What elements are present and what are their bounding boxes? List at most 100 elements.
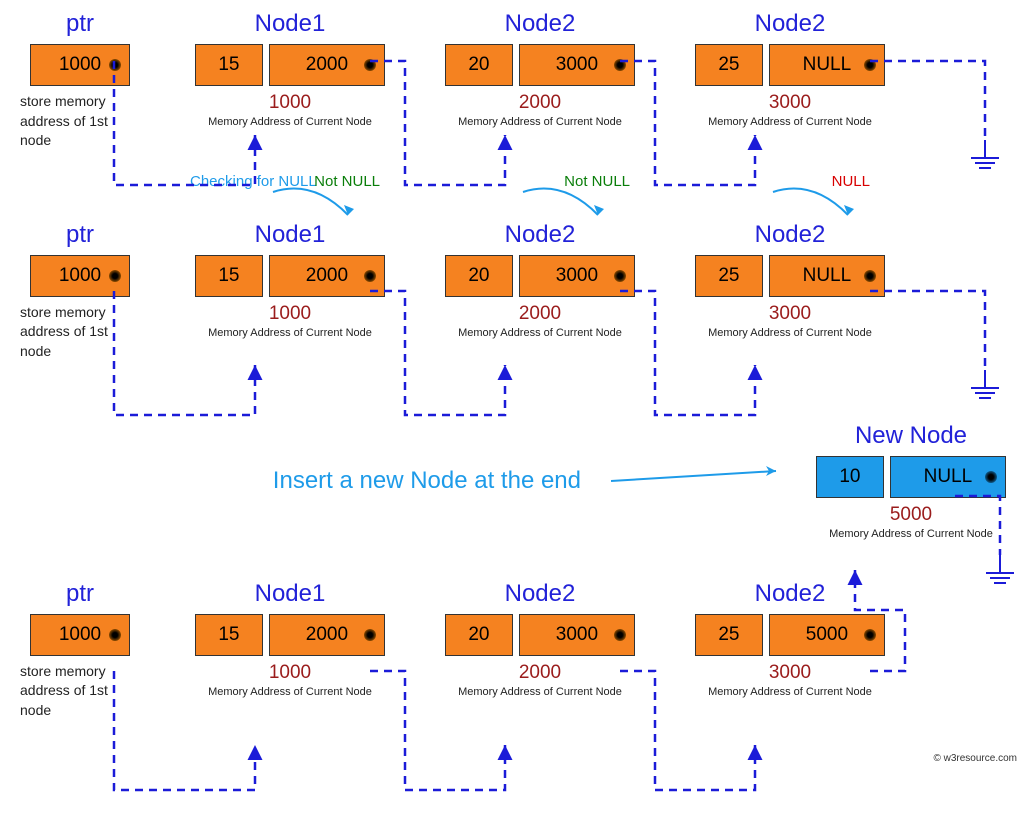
node-title: New Node (811, 422, 1011, 450)
node-address-caption: Memory Address of Current Node (440, 327, 640, 339)
pointer-dot-icon (109, 629, 121, 641)
node-box: 15 2000 (195, 255, 385, 297)
node-next-cell: 2000 (269, 255, 385, 297)
node3: Node2 25 NULL 3000 Memory Address of Cur… (690, 10, 890, 128)
node-next-cell: 2000 (269, 614, 385, 656)
pointer-dot-icon (364, 59, 376, 71)
node-box: 10 NULL (816, 456, 1006, 498)
pointer-dot-icon (364, 629, 376, 641)
pointer-dot-icon (985, 471, 997, 483)
node-data-cell: 15 (195, 255, 263, 297)
ptr-column: ptr 1000 store memory address of 1st nod… (20, 10, 140, 151)
ptr-title: ptr (20, 221, 140, 249)
node-address: 1000 (190, 662, 390, 684)
node-next-cell: 5000 (769, 614, 885, 656)
node-data-cell: 10 (816, 456, 884, 498)
ptr-caption: store memory address of 1st node (20, 662, 140, 721)
node-address: 5000 (811, 504, 1011, 526)
node-address-caption: Memory Address of Current Node (190, 327, 390, 339)
pointer-dot-icon (614, 59, 626, 71)
node-next-value: 3000 (556, 624, 598, 646)
node-box: 25 NULL (695, 255, 885, 297)
ptr-column: ptr 1000 store memory address of 1st nod… (20, 221, 140, 362)
pointer-dot-icon (109, 270, 121, 282)
node-next-value: 3000 (556, 54, 598, 76)
node-title: Node1 (190, 221, 390, 249)
arrow-right-icon (611, 466, 791, 496)
ptr-title: ptr (20, 10, 140, 38)
curve-arrow-icon (518, 187, 608, 223)
pointer-dot-icon (614, 270, 626, 282)
node-title: Node2 (690, 580, 890, 608)
node-address: 3000 (690, 303, 890, 325)
node-address: 3000 (690, 92, 890, 114)
node-address: 2000 (440, 92, 640, 114)
node-address-caption: Memory Address of Current Node (690, 686, 890, 698)
ptr-caption: store memory address of 1st node (20, 92, 140, 151)
node-next-cell: NULL (769, 44, 885, 86)
node-next-cell: 3000 (519, 44, 635, 86)
pointer-dot-icon (364, 270, 376, 282)
node1: Node1 15 2000 1000 Memory Address of Cur… (190, 10, 390, 128)
node-address: 2000 (440, 662, 640, 684)
node-data-cell: 20 (445, 44, 513, 86)
node-address: 3000 (690, 662, 890, 684)
node-box: 15 2000 (195, 44, 385, 86)
ptr-box: 1000 (30, 614, 130, 656)
node-next-value: 2000 (306, 624, 348, 646)
node-address: 1000 (190, 303, 390, 325)
node-title: Node2 (440, 580, 640, 608)
pointer-dot-icon (864, 59, 876, 71)
node-title: Node2 (440, 10, 640, 38)
node-next-cell: NULL (890, 456, 1006, 498)
node3: NULL Node2 25 NULL 3000 Memory Address o… (690, 221, 890, 339)
node-box: 25 5000 (695, 614, 885, 656)
node-data-cell: 20 (445, 614, 513, 656)
ptr-box: 1000 (30, 44, 130, 86)
watermark: © w3resource.com (933, 753, 1017, 764)
node2: Not NULL Node2 20 3000 2000 Memory Addre… (440, 221, 640, 339)
node-address-caption: Memory Address of Current Node (440, 686, 640, 698)
node-address-caption: Memory Address of Current Node (190, 116, 390, 128)
node-data-cell: 15 (195, 44, 263, 86)
curve-arrow-icon (268, 187, 358, 223)
row-insert-new-node: Insert a new Node at the end New Node 10… (20, 422, 1011, 540)
node3: Node2 25 5000 3000 Memory Address of Cur… (690, 580, 890, 698)
row-after-insert: ptr 1000 store memory address of 1st nod… (20, 580, 1011, 721)
node-address-caption: Memory Address of Current Node (440, 116, 640, 128)
node-next-cell: NULL (769, 255, 885, 297)
node-title: Node1 (190, 10, 390, 38)
ptr-value: 1000 (59, 54, 101, 76)
node-address-caption: Memory Address of Current Node (811, 528, 1011, 540)
node-title: Node2 (690, 221, 890, 249)
ptr-value: 1000 (59, 265, 101, 287)
node-address-caption: Memory Address of Current Node (190, 686, 390, 698)
node2: Node2 20 3000 2000 Memory Address of Cur… (440, 10, 640, 128)
node2: Node2 20 3000 2000 Memory Address of Cur… (440, 580, 640, 698)
row-initial-list: ptr 1000 store memory address of 1st nod… (20, 10, 1011, 151)
node-box: 25 NULL (695, 44, 885, 86)
ptr-caption: store memory address of 1st node (20, 303, 140, 362)
node1: Checking for NULL Not NULL Node1 15 2000… (190, 221, 390, 339)
node-box: 20 3000 (445, 614, 635, 656)
node-box: 20 3000 (445, 44, 635, 86)
insert-label: Insert a new Node at the end (273, 467, 581, 495)
node1: Node1 15 2000 1000 Memory Address of Cur… (190, 580, 390, 698)
node-next-cell: 3000 (519, 614, 635, 656)
node-title: Node1 (190, 580, 390, 608)
ptr-box: 1000 (30, 255, 130, 297)
node-next-value: NULL (924, 466, 973, 488)
node-next-value: 2000 (306, 265, 348, 287)
node-data-cell: 25 (695, 44, 763, 86)
row-null-check: ptr 1000 store memory address of 1st nod… (20, 221, 1011, 362)
node-address: 2000 (440, 303, 640, 325)
node-title: Node2 (690, 10, 890, 38)
node-address: 1000 (190, 92, 390, 114)
node-data-cell: 20 (445, 255, 513, 297)
node-next-cell: 3000 (519, 255, 635, 297)
node-next-value: 2000 (306, 54, 348, 76)
pointer-dot-icon (614, 629, 626, 641)
node-data-cell: 25 (695, 614, 763, 656)
node-title: Node2 (440, 221, 640, 249)
node-box: 15 2000 (195, 614, 385, 656)
